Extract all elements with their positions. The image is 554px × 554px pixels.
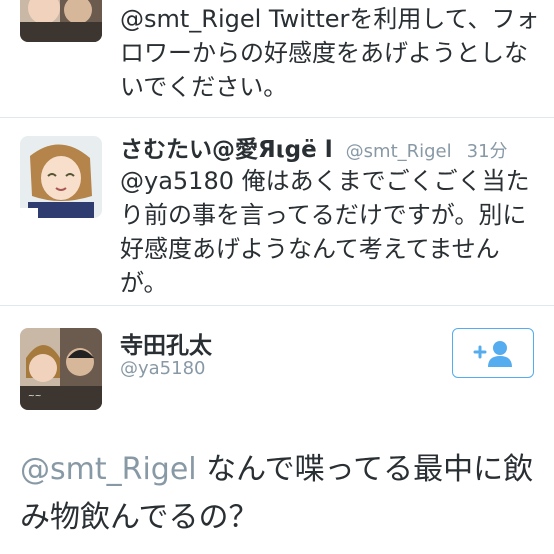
tweet-text: @ya5180 俺はあくまでごくごく当たり前の事を言ってるだけですが。別に好感度… <box>120 167 530 297</box>
follow-button[interactable] <box>452 328 534 378</box>
user-avatar[interactable] <box>20 136 102 218</box>
display-name[interactable]: さむたい@愛Яιgë <box>120 137 317 163</box>
screen-name[interactable]: @ya5180 <box>120 358 206 379</box>
mention-link[interactable]: @smt_Rigel <box>20 452 197 487</box>
user-avatar[interactable] <box>20 0 102 42</box>
timestamp[interactable]: 31分 <box>467 141 508 162</box>
display-name[interactable]: 寺田孔太 <box>120 326 212 360</box>
tweet-item[interactable]: さむたい@愛Яιgë l @smt_Rigel 31分 @ya5180 俺はあく… <box>0 118 554 306</box>
svg-text:~~: ~~ <box>28 391 41 400</box>
detail-tweet-text: @smt_Rigel なんで喋ってる最中に飲み物飲んでるの？ <box>20 446 540 542</box>
tweet-detail: ~~ 寺田孔太 @ya5180 @smt_Rigel なんで喋ってる最中に飲み物… <box>0 306 554 554</box>
user-avatar[interactable]: ~~ <box>20 328 102 410</box>
add-user-icon <box>473 341 512 367</box>
tweet-text: @smt_Rigel Twitterを利用して、フォロワーからの好感度をあげよう… <box>120 5 540 101</box>
tweet-header: さむたい@愛Яιgë l @smt_Rigel 31分 <box>120 130 540 164</box>
verified-mark: l <box>316 137 333 163</box>
screen-name[interactable]: @smt_Rigel <box>346 141 452 162</box>
tweet-item[interactable]: @smt_Rigel Twitterを利用して、フォロワーからの好感度をあげよう… <box>0 0 554 118</box>
